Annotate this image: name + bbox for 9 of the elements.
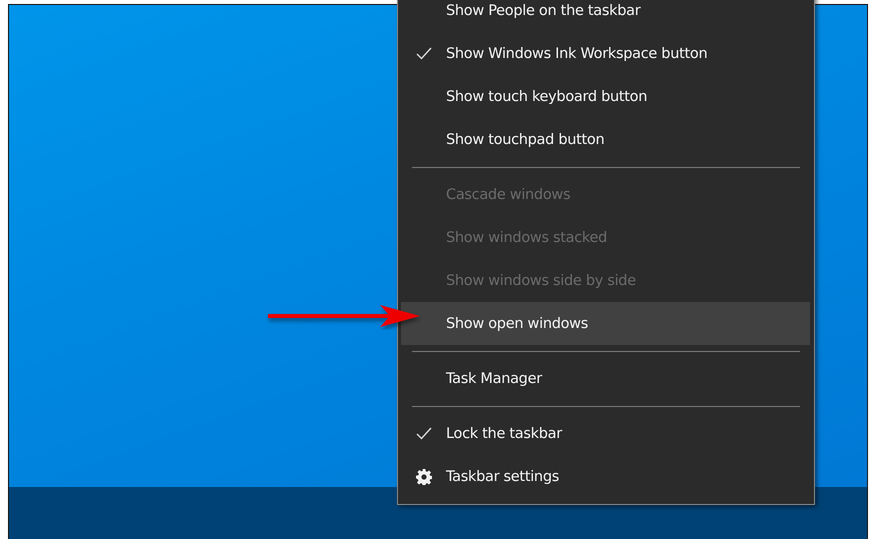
menu-item[interactable]: Show touchpad button [401,118,810,161]
menu-item[interactable]: Show People on the taskbar [401,0,810,32]
menu-item[interactable]: Lock the taskbar [401,412,810,455]
menu-item[interactable]: Show touch keyboard button [401,75,810,118]
menu-item[interactable]: Show Windows Ink Workspace button [401,32,810,75]
menu-item[interactable]: Task Manager [401,357,810,400]
settings-icon [416,468,432,484]
menu-item[interactable]: Taskbar settings [401,455,810,498]
menu-item[interactable]: Show open windows [401,302,810,345]
